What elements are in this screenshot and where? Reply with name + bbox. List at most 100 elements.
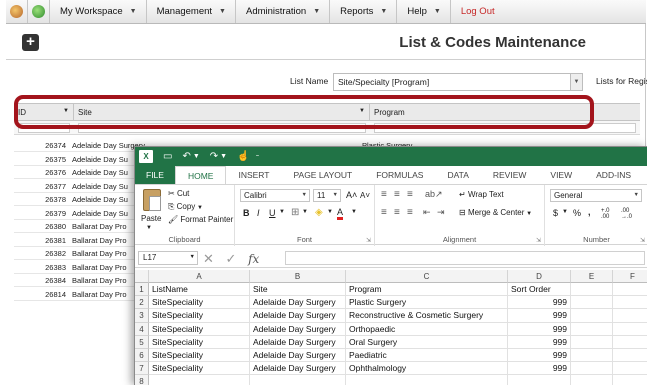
tab-review[interactable]: REVIEW (481, 166, 539, 184)
tab-formulas[interactable]: FORMULAS (364, 166, 435, 184)
fill-color-icon[interactable]: ◈ (315, 207, 323, 218)
increase-indent-icon[interactable]: ⇥ (437, 207, 445, 218)
cell[interactable] (613, 375, 647, 385)
cell[interactable] (613, 336, 647, 349)
currency-button[interactable]: $ (553, 208, 558, 218)
wrap-text-button[interactable]: ↵ Wrap Text (459, 190, 504, 199)
column-header-c[interactable]: C (346, 270, 508, 283)
cell[interactable]: 999 (508, 362, 571, 376)
cell[interactable]: Adelaide Day Surgery (250, 335, 346, 349)
cell[interactable]: 999 (508, 349, 571, 363)
menu-management[interactable]: Management ▼ (147, 0, 236, 23)
redo-icon[interactable]: ↷ (210, 151, 218, 162)
cell[interactable]: Adelaide Day Surgery (250, 296, 346, 310)
cell[interactable]: Ophthalmology (346, 362, 508, 376)
cell[interactable] (149, 375, 250, 385)
cell[interactable] (613, 309, 647, 323)
row-header[interactable]: 5 (135, 335, 149, 349)
cell[interactable] (250, 375, 346, 385)
font-size-select[interactable]: 11 ▼ (313, 189, 341, 202)
insert-function-button[interactable]: fx (248, 252, 259, 266)
chevron-down-icon[interactable]: ▼ (146, 225, 152, 231)
home-icon[interactable] (6, 0, 28, 23)
chevron-down-icon[interactable]: ▼ (570, 74, 582, 90)
cell[interactable] (571, 309, 613, 323)
dialog-launcher-icon[interactable]: ⇲ (536, 237, 541, 244)
number-format-select[interactable]: General ▼ (550, 189, 642, 202)
dialog-launcher-icon[interactable]: ⇲ (366, 237, 371, 244)
row-header[interactable]: 2 (135, 296, 149, 310)
row-header[interactable]: 4 (135, 322, 149, 336)
cell[interactable] (508, 375, 571, 385)
menu-my-workspace[interactable]: My Workspace ▼ (50, 0, 147, 23)
logout-link[interactable]: Log Out (451, 0, 504, 23)
column-header-d[interactable]: D (508, 270, 571, 283)
cell[interactable]: 999 (508, 335, 571, 349)
name-box[interactable]: L17 ▼ (138, 251, 198, 265)
menu-reports[interactable]: Reports ▼ (330, 0, 398, 23)
row-header[interactable]: 7 (135, 362, 149, 376)
italic-button[interactable]: I (257, 208, 260, 218)
tab-insert[interactable]: INSERT (226, 166, 281, 184)
chevron-down-icon[interactable]: ▼ (351, 209, 357, 215)
cell[interactable] (613, 362, 647, 376)
align-bottom-icon[interactable]: ≡ (407, 189, 413, 200)
cell[interactable] (571, 322, 613, 336)
format-painter-button[interactable]: 🖌 Format Painter (168, 215, 233, 224)
align-left-icon[interactable]: ≡ (381, 207, 387, 218)
chevron-down-icon[interactable]: ▼ (302, 209, 308, 215)
column-header-e[interactable]: E (571, 270, 613, 283)
select-all-corner[interactable] (135, 270, 149, 283)
cell[interactable]: Orthopaedic (346, 322, 508, 336)
grow-font-button[interactable]: A˄ (346, 190, 357, 200)
paste-button[interactable]: Paste (141, 214, 161, 223)
cell[interactable]: Reconstructive & Cosmetic Surgery (346, 309, 508, 323)
percent-button[interactable]: % (573, 208, 581, 218)
cell[interactable]: 999 (508, 309, 571, 323)
undo-icon[interactable]: ↶ (182, 151, 190, 162)
column-header-a[interactable]: A (149, 270, 250, 283)
decrease-decimal-button[interactable]: .00 →.0 (621, 208, 639, 220)
chevron-down-icon[interactable]: ▼ (562, 209, 568, 215)
dialog-launcher-icon[interactable]: ⇲ (640, 237, 645, 244)
cell[interactable] (571, 296, 613, 310)
cut-button[interactable]: ✂ Cut (168, 189, 189, 198)
row-header[interactable]: 1 (135, 283, 149, 297)
cell[interactable]: Paediatric (346, 349, 508, 363)
cell[interactable]: Plastic Surgery (346, 296, 508, 310)
cell[interactable] (613, 283, 647, 297)
cell[interactable] (613, 323, 647, 336)
cell[interactable]: Adelaide Day Surgery (250, 322, 346, 336)
font-name-select[interactable]: Calibri ▼ (240, 189, 310, 202)
menu-help[interactable]: Help ▼ (397, 0, 451, 23)
cancel-icon[interactable]: ✕ (203, 251, 214, 266)
chevron-down-icon[interactable]: ▼ (193, 153, 200, 160)
cell[interactable] (571, 349, 613, 363)
column-header-b[interactable]: B (250, 270, 346, 283)
tab-file[interactable]: FILE (135, 166, 175, 184)
cell[interactable] (613, 296, 647, 310)
add-button[interactable]: + (22, 34, 39, 51)
cell[interactable]: Sort Order (508, 283, 571, 297)
enter-icon[interactable]: ✓ (226, 251, 237, 266)
row-header[interactable]: 3 (135, 309, 149, 323)
underline-button[interactable]: U (269, 208, 276, 218)
font-color-button[interactable]: A (337, 207, 344, 220)
cell[interactable]: Adelaide Day Surgery (250, 309, 346, 323)
copy-button[interactable]: ⎘ Copy ▼ (168, 202, 203, 212)
cell[interactable] (571, 375, 613, 385)
tab-add-ins[interactable]: ADD-INS (584, 166, 643, 184)
tab-page-layout[interactable]: PAGE LAYOUT (281, 166, 364, 184)
comma-button[interactable]: , (588, 207, 591, 217)
touch-mode-icon[interactable]: ☝ (237, 151, 249, 162)
cell[interactable] (571, 362, 613, 376)
save-icon[interactable]: ▭ (163, 151, 172, 162)
align-top-icon[interactable]: ≡ (381, 189, 387, 200)
cell[interactable] (571, 283, 613, 297)
align-right-icon[interactable]: ≡ (407, 207, 413, 218)
refresh-icon[interactable] (28, 0, 50, 23)
shrink-font-button[interactable]: A˅ (360, 191, 370, 200)
merge-center-button[interactable]: ⊟ Merge & Center ▼ (459, 208, 532, 217)
cell[interactable]: SiteSpeciality (149, 309, 250, 323)
cell[interactable]: 999 (508, 322, 571, 336)
